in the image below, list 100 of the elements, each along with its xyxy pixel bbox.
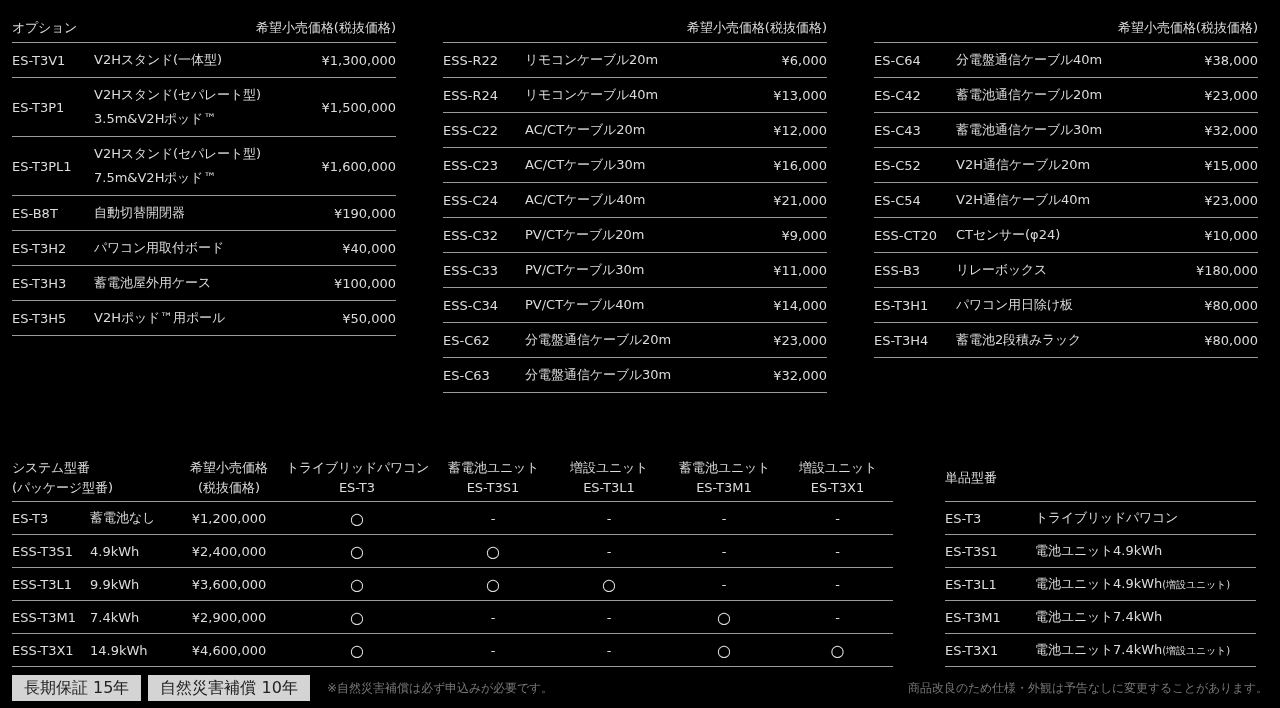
product-code: ES-C62 [443, 332, 491, 348]
price: ¥190,000 [333, 205, 396, 221]
price: ¥11,000 [773, 262, 827, 278]
availability-mark: - [720, 543, 728, 559]
product-code: ES-C63 [443, 367, 491, 383]
capacity: 蓄電池なし [90, 509, 156, 527]
capacity: 14.9kWh [90, 642, 149, 658]
product-name: 電池ユニット7.4kWh(増設ユニット) [1035, 641, 1232, 659]
product-name: 電池ユニット4.9kWh(増設ユニット) [1035, 575, 1232, 593]
price: ¥180,000 [1195, 262, 1258, 278]
product-name: V2H通信ケーブル40m [956, 191, 1092, 209]
product-code: ES-C52 [874, 157, 922, 173]
product-name: CTセンサー(φ24) [956, 226, 1062, 244]
price: ¥23,000 [1204, 87, 1258, 103]
product-code: ESS-R24 [443, 87, 499, 103]
product-name: V2Hポッド™用ポール [94, 309, 226, 327]
price: ¥16,000 [773, 157, 827, 173]
model-code: ES-T3S1 [945, 543, 999, 559]
product-code: ES-T3PL1 [12, 158, 73, 174]
price: ¥1,200,000 [190, 510, 268, 526]
footnote: ※自然災害補償は必ず申込みが必要です。 [326, 679, 553, 697]
availability-mark: ○ [829, 640, 846, 660]
column-header: オプション [12, 19, 77, 37]
model-code: ES-T3L1 [945, 576, 998, 592]
product-name: V2Hスタンド(セパレート型) [94, 86, 263, 104]
availability-mark: ○ [349, 574, 365, 594]
price: ¥10,000 [1204, 227, 1258, 243]
availability-mark: ○ [349, 640, 365, 660]
product-name: V2H通信ケーブル20m [956, 156, 1092, 174]
product-name: リモコンケーブル20m [525, 51, 660, 69]
price: ¥21,000 [773, 192, 827, 208]
availability-mark: - [834, 510, 841, 526]
price: ¥6,000 [781, 52, 827, 68]
price: ¥4,600,000 [190, 642, 268, 658]
product-code: ES-T3H5 [12, 310, 68, 326]
price: ¥2,900,000 [190, 609, 268, 625]
product-code: ESS-C32 [443, 227, 500, 243]
availability-mark: ○ [349, 508, 365, 528]
model-code: ESS-T3S1 [12, 543, 74, 559]
availability-mark: - [834, 576, 841, 592]
warranty-badge: 自然災害補償 10年 [148, 675, 310, 701]
product-name: V2Hスタンド(一体型) [94, 51, 224, 69]
price: ¥38,000 [1204, 52, 1258, 68]
product-code: ESS-R22 [443, 52, 499, 68]
product-code: ES-C64 [874, 52, 922, 68]
availability-mark: - [489, 642, 497, 658]
column-header: 増設ユニット [570, 459, 648, 477]
price: ¥32,000 [1204, 122, 1258, 138]
price: ¥1,600,000 [321, 158, 396, 174]
column-header: ES-T3X1 [810, 479, 865, 497]
product-name: 電池ユニット4.9kWh [1035, 542, 1164, 560]
product-code: ES-B8T [12, 205, 59, 221]
price: ¥13,000 [773, 87, 827, 103]
product-code: ES-C42 [874, 87, 922, 103]
product-name: AC/CTケーブル40m [525, 191, 647, 209]
model-code: ES-T3M1 [945, 609, 1002, 625]
product-code: ESS-C34 [443, 297, 500, 313]
product-name: PV/CTケーブル40m [525, 296, 646, 314]
model-code: ESS-T3M1 [12, 609, 77, 625]
column-header: (税抜価格) [197, 479, 261, 497]
availability-mark: ○ [349, 607, 365, 627]
product-code: ES-T3P1 [12, 99, 66, 115]
product-name: リモコンケーブル40m [525, 86, 660, 104]
availability-mark: ○ [716, 640, 732, 660]
price: ¥1,300,000 [321, 52, 396, 68]
product-code: ES-T3H3 [12, 275, 68, 291]
availability-mark: ○ [485, 541, 501, 561]
product-name: 3.5m&V2Hポッド™ [94, 110, 218, 128]
column-header: 増設ユニット [798, 459, 877, 477]
product-name: 自動切替開閉器 [94, 204, 186, 222]
product-name: リレーボックス [956, 261, 1048, 279]
availability-mark: - [834, 609, 841, 625]
model-code: ES-T3X1 [945, 642, 1000, 658]
product-code: ES-C54 [874, 192, 922, 208]
price: ¥3,600,000 [190, 576, 268, 592]
price-header: 希望小売価格(税抜価格) [255, 19, 396, 37]
price: ¥15,000 [1204, 157, 1258, 173]
availability-mark: ○ [716, 607, 732, 627]
capacity: 7.4kWh [90, 609, 141, 625]
price: ¥40,000 [342, 240, 396, 256]
availability-mark: - [605, 510, 613, 526]
price: ¥1,500,000 [321, 99, 396, 115]
availability-mark: - [605, 543, 613, 559]
product-code: ES-T3H1 [874, 297, 930, 313]
model-code: ES-T3 [12, 510, 50, 526]
availability-mark: - [720, 510, 728, 526]
product-name: AC/CTケーブル30m [525, 156, 647, 174]
column-header: 蓄電池ユニット [678, 459, 770, 477]
disclaimer: 商品改良のため仕様・外観は予告なしに変更することがあります。 [908, 679, 1268, 697]
capacity: 4.9kWh [90, 543, 141, 559]
product-code: ES-T3H4 [874, 332, 930, 348]
availability-mark: - [720, 576, 728, 592]
product-name: PV/CTケーブル20m [525, 226, 646, 244]
capacity: 9.9kWh [90, 576, 141, 592]
product-code: ESS-B3 [874, 262, 922, 278]
price-header: 希望小売価格(税抜価格) [1117, 19, 1258, 37]
product-code: ESS-C22 [443, 122, 500, 138]
product-name: 蓄電池通信ケーブル20m [956, 86, 1104, 104]
column-header: トライブリッドパワコン [285, 459, 429, 477]
column-header: ES-T3S1 [466, 479, 520, 497]
